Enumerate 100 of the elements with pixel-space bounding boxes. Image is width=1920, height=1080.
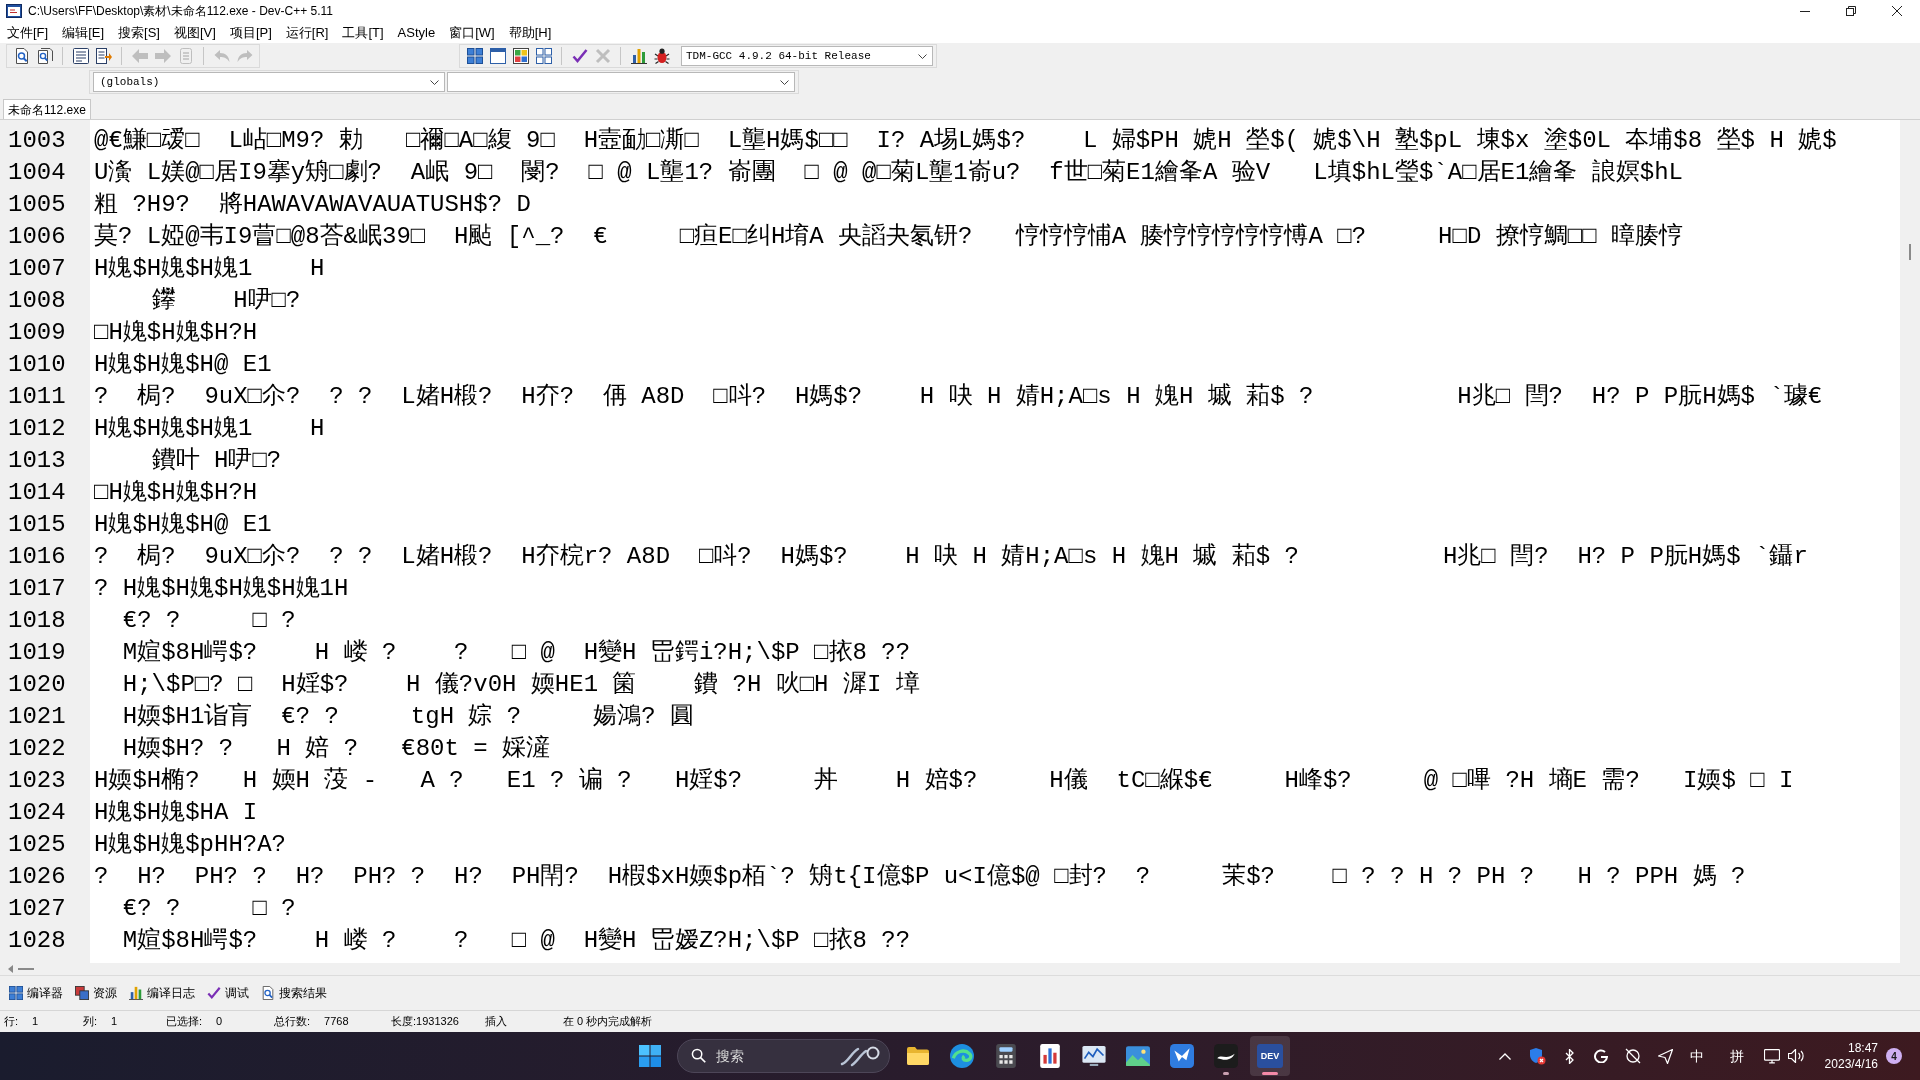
menu-item[interactable]: AStyle [390, 22, 443, 43]
line-number: 1005 [8, 191, 66, 219]
stacked-squares-icon [75, 986, 89, 1000]
line-number: 1024 [8, 799, 66, 827]
notification-badge[interactable]: 4 [1886, 1048, 1902, 1064]
line-number: 1022 [8, 735, 66, 763]
bluetooth-icon[interactable] [1564, 1048, 1574, 1064]
scrollbar-thumb[interactable] [1909, 244, 1911, 260]
status-label: 已选择: [166, 1014, 203, 1030]
grid-icon[interactable] [535, 48, 552, 64]
menu-item[interactable]: 工具[T] [335, 22, 391, 43]
search-field[interactable]: 搜索 [677, 1039, 890, 1073]
menu-item[interactable]: 文件[F] [0, 22, 56, 43]
close-icon[interactable] [1892, 6, 1902, 16]
code-line: ? H? PH? ? H? PH? ? H? PH閈? H椵$xH媆$p栢`? 矪t{I億$P u<I億$@ □封? ? 茉$? □ ? ? H ? PH ? H ? PPH 媽 ? [94, 863, 1746, 891]
clock-date: 2023/4/16 [1824, 1056, 1878, 1072]
line-number: 1004 [8, 159, 66, 187]
search-icon [691, 1048, 706, 1063]
status-label: 长度:1931326 [391, 1014, 459, 1030]
code-line: H媿$H媿$H@ E1 [94, 351, 272, 379]
swoosh-icon [1214, 1044, 1238, 1068]
panel-tab[interactable]: 编译器 [6, 982, 66, 1004]
caret-icon [430, 79, 439, 85]
status-value: 1 [32, 1014, 39, 1030]
ime-language-toggle[interactable]: 中 [1690, 1045, 1704, 1067]
status-value: 1 [111, 1014, 118, 1030]
menu-item[interactable]: 视图[V] [167, 22, 223, 43]
code-line: H媿$H媿$H媿1 H [94, 415, 325, 443]
left-arrow-icon[interactable] [8, 965, 13, 973]
menu-item[interactable]: 项目[P] [222, 22, 279, 43]
document-chart-icon [1040, 1044, 1060, 1068]
minimize-icon[interactable] [1800, 10, 1810, 12]
code-line: M媗$8H崿$? H 嵝 ? ? □ @ H變H 岊嫒Z?H;\$P □挔8 ?? [122, 927, 911, 955]
color-grid-icon[interactable] [512, 48, 529, 64]
line-number: 1013 [8, 447, 66, 475]
menu-item[interactable]: 运行[R] [278, 22, 336, 43]
window-title: C:\Users\FF\Desktop\素材\未命名112.exe - Dev-C++ 5.11 [28, 3, 333, 20]
code-line: H媿$H媿$H@ E1 [94, 511, 272, 539]
chevron-up-icon[interactable] [1499, 1052, 1511, 1060]
status-label: 行: [4, 1014, 19, 1030]
panel-tab[interactable]: 资源 [72, 982, 120, 1004]
panel-tab[interactable]: 调试 [204, 982, 252, 1004]
line-number: 1009 [8, 319, 66, 347]
code-line: □H媿$H媿$H?H [94, 479, 258, 507]
status-value: 7768 [324, 1014, 349, 1030]
panel-tab[interactable]: 搜索结果 [258, 982, 330, 1004]
shield-icon[interactable] [1528, 1047, 1546, 1065]
taskbar-app-button[interactable]: DEV [1250, 1036, 1290, 1076]
line-number: 1020 [8, 671, 66, 699]
line-number: 1010 [8, 351, 66, 379]
grid-icon[interactable] [466, 48, 483, 64]
line-number: 1006 [8, 223, 66, 251]
code-line: H;\$P□? □ H婬$? H 儀?v0H 媆HE1 箘 鐨 ?H 吙□H 漽I 墇 [122, 671, 920, 699]
scrollbar-thumb[interactable] [18, 968, 34, 970]
code-line: 鐨叶 H吚□? [151, 447, 282, 475]
page-magnifier-icon[interactable] [13, 48, 30, 64]
scope-dropdown[interactable]: (globals) [93, 72, 445, 92]
bug-icon[interactable] [653, 48, 670, 64]
menu-item[interactable]: 窗口[W] [442, 22, 502, 43]
send-icon[interactable] [1657, 1048, 1673, 1064]
restore-icon[interactable] [1846, 6, 1856, 16]
ime-mode-toggle[interactable]: 拼 [1729, 1045, 1744, 1067]
line-number: 1015 [8, 511, 66, 539]
line-number: 1018 [8, 607, 66, 635]
network-off-icon[interactable] [1625, 1048, 1641, 1064]
line-number: 1008 [8, 287, 66, 315]
code-line: H媆$H1诣肓 €? ? tgH 婃 ? 婸鴻? 圓 [122, 703, 695, 731]
clock-time: 18:47 [1847, 1040, 1878, 1056]
code-line: □H媿$H媿$H?H [94, 319, 258, 347]
status-label: 总行数: [274, 1014, 311, 1030]
bar-chart-icon[interactable] [630, 48, 647, 64]
line-number: 1026 [8, 863, 66, 891]
line-number: 1012 [8, 415, 66, 443]
calculator-icon [996, 1044, 1016, 1068]
line-number: 1021 [8, 703, 66, 731]
menu-item[interactable]: 帮助[H] [501, 22, 559, 43]
code-line: H媿$H媿$pHH?A? [94, 831, 287, 859]
file-tab[interactable]: 未命名112.exe [3, 99, 91, 119]
caret-icon [780, 79, 789, 85]
check-icon[interactable] [571, 48, 588, 64]
menu-item[interactable]: 搜索[S] [111, 22, 167, 43]
g-shape-icon[interactable] [1594, 1049, 1608, 1063]
speaker-icon[interactable] [1788, 1049, 1804, 1063]
page-magnifier-icon[interactable] [36, 48, 53, 64]
doodle-icon [840, 1045, 880, 1067]
line-number: 1028 [8, 927, 66, 955]
line-number: 1025 [8, 831, 66, 859]
menu-item[interactable]: 编辑[E] [55, 22, 112, 43]
windows-logo-icon[interactable] [639, 1045, 661, 1067]
window-icon[interactable] [489, 48, 506, 64]
line-number: 1027 [8, 895, 66, 923]
code-line: 粗 ?H9? 將HAWAVAWAVAUATUSH$? D [94, 191, 531, 219]
code-line: H媿$H媿$H媿1 H [94, 255, 325, 283]
code-line: U濥 L媄@□居I9搴y矪□劇? A岷 9□ 閿? □ @ L壟1? 嵛團 □ @ @□菊L壟1嵛u? f世□菊E1繪夆A 验V L填$hL瑩$`A□居E1繪夆 誏嫇$hL [94, 159, 1683, 187]
line-number: 1023 [8, 767, 66, 795]
document-lines-icon[interactable] [72, 48, 89, 64]
monitor-icon[interactable] [1764, 1048, 1780, 1064]
panel-tab[interactable]: 编译日志 [126, 982, 198, 1004]
compiler-dropdown[interactable]: TDM-GCC 4.9.2 64-bit Release [681, 46, 933, 66]
document-arrow-icon[interactable] [95, 48, 112, 64]
